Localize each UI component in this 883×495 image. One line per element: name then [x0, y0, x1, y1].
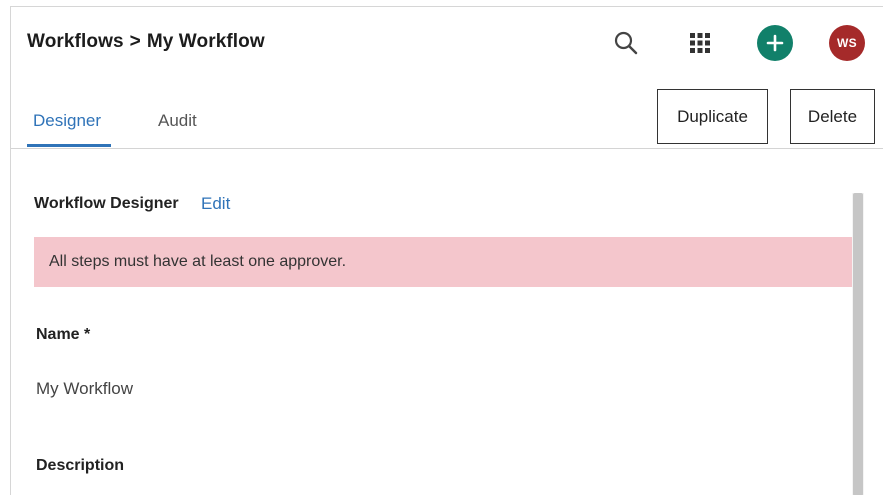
- search-icon: [614, 31, 638, 55]
- page-header: Workflows > My Workflow WS: [11, 7, 883, 79]
- breadcrumb-current: My Workflow: [146, 31, 265, 52]
- tab-designer[interactable]: Designer: [33, 111, 101, 131]
- breadcrumb: Workflows > My Workflow: [27, 31, 265, 53]
- designer-panel: Workflow Designer Edit All steps must ha…: [11, 149, 883, 495]
- apps-grid-icon: [690, 33, 710, 53]
- duplicate-button[interactable]: Duplicate: [657, 89, 768, 144]
- add-button-circle: [757, 25, 793, 61]
- delete-button[interactable]: Delete: [790, 89, 875, 144]
- description-field-label: Description: [36, 457, 125, 474]
- breadcrumb-root[interactable]: Workflows: [27, 31, 124, 53]
- name-field-label: Name *: [36, 326, 91, 343]
- validation-alert: All steps must have at least one approve…: [34, 237, 853, 287]
- plus-icon: [766, 34, 784, 52]
- tab-audit[interactable]: Audit: [158, 111, 197, 131]
- section-title: Workflow Designer: [34, 195, 179, 212]
- apps-button[interactable]: [682, 25, 718, 61]
- search-button[interactable]: [608, 25, 644, 61]
- add-button[interactable]: [757, 25, 793, 61]
- edit-link[interactable]: Edit: [201, 194, 230, 214]
- breadcrumb-separator: >: [129, 31, 141, 52]
- alert-message: All steps must have at least one approve…: [49, 253, 347, 270]
- name-field-value: My Workflow: [36, 379, 133, 398]
- app-window: Workflows > My Workflow WS Designer Audi…: [10, 6, 883, 495]
- active-tab-indicator: [27, 144, 111, 147]
- user-avatar[interactable]: WS: [829, 25, 865, 61]
- scrollbar-thumb[interactable]: [853, 193, 863, 495]
